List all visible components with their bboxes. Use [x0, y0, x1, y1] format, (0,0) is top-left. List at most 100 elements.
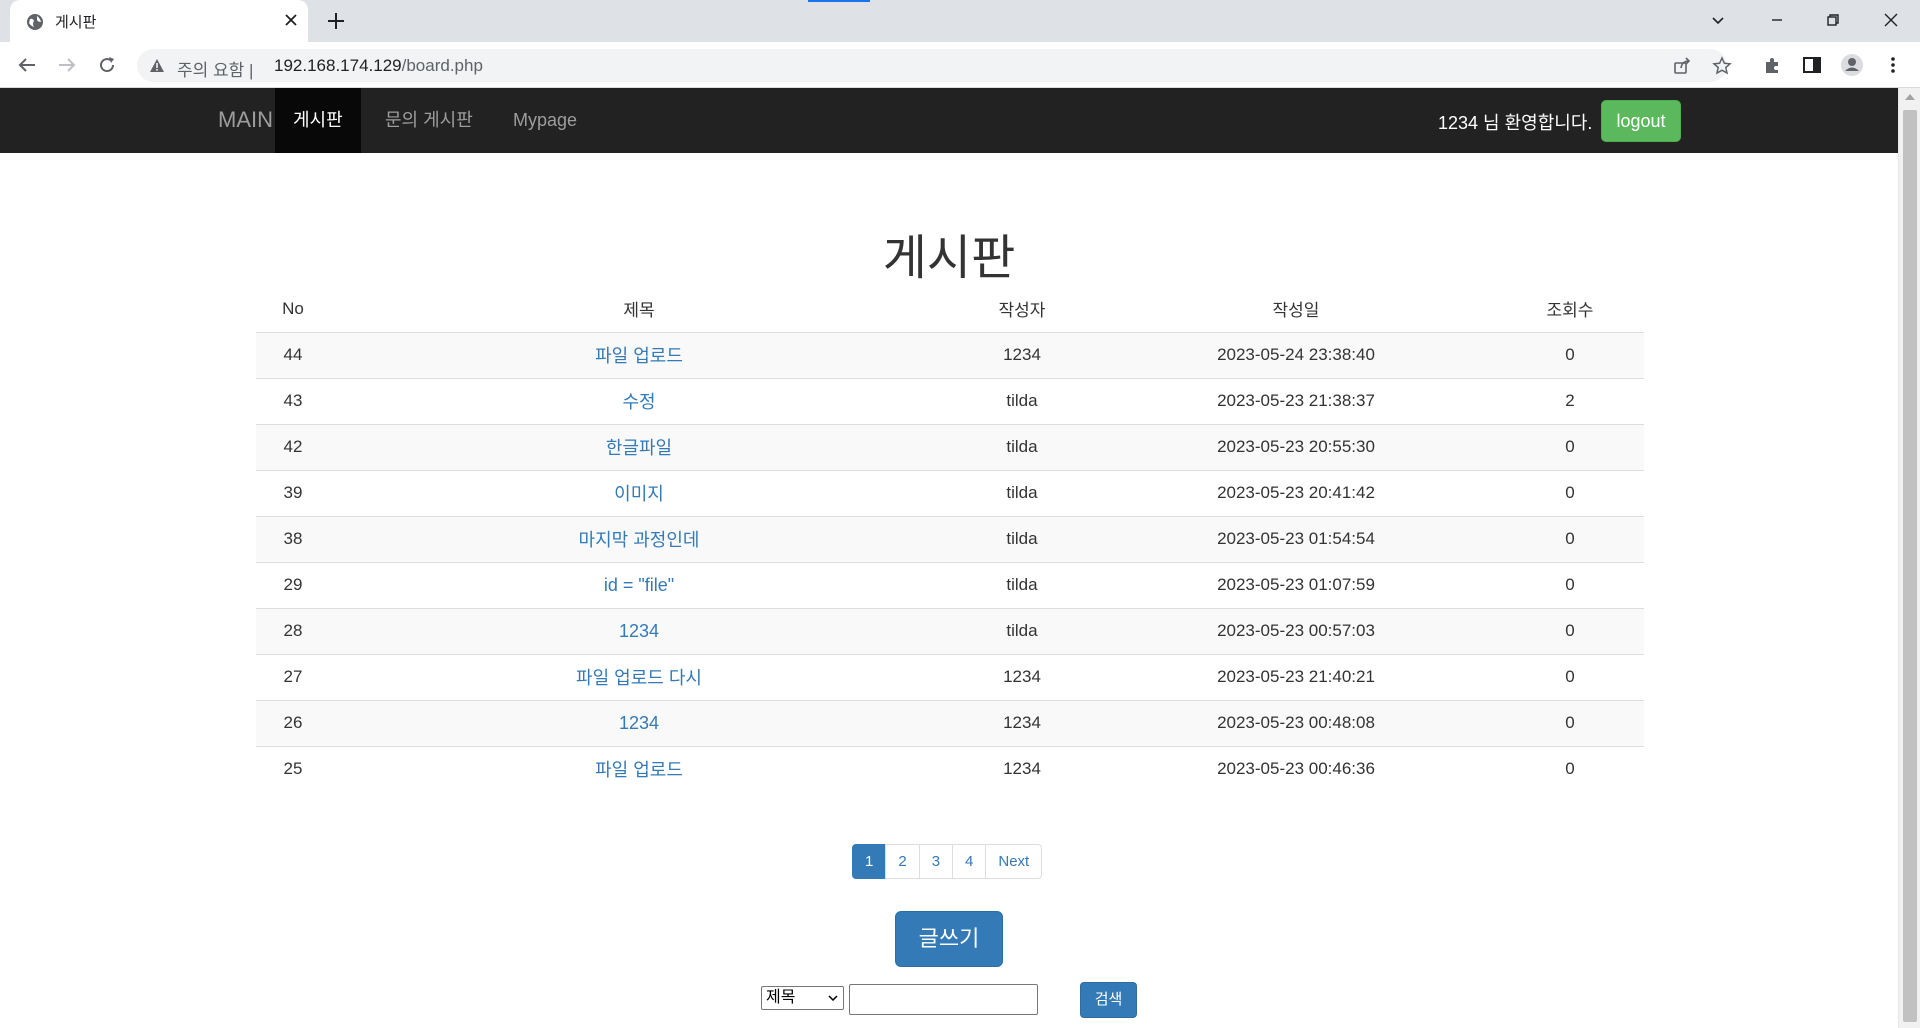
page-scrollbar[interactable]: [1898, 88, 1920, 1028]
nav-item-inquiry-board[interactable]: 문의 게시판: [367, 88, 491, 153]
cell-writer: 1234: [948, 700, 1096, 747]
cell-writer: tilda: [948, 562, 1096, 609]
page-content: MAIN 게시판 문의 게시판 Mypage 1234 님 환영합니다. log…: [0, 88, 1898, 1028]
cell-title: 파일 업로드 다시: [330, 654, 948, 701]
post-title-link[interactable]: 파일 업로드: [595, 346, 683, 366]
security-warning-label[interactable]: 주의 요함 |: [177, 56, 253, 81]
post-title-link[interactable]: 파일 업로드 다시: [576, 668, 702, 688]
cell-views: 0: [1496, 516, 1644, 563]
window-close-icon[interactable]: [1879, 8, 1903, 32]
page-link-4[interactable]: 4: [952, 844, 987, 879]
cell-views: 0: [1496, 608, 1644, 655]
extensions-icon[interactable]: [1761, 53, 1785, 77]
cell-title: 수정: [330, 378, 948, 425]
post-title-link[interactable]: 1234: [619, 713, 659, 733]
cell-no: 42: [256, 424, 330, 471]
browser-tab-bar: 게시판: [0, 0, 1920, 42]
url-host: 192.168.174.129: [274, 56, 402, 75]
nav-item-board[interactable]: 게시판: [275, 88, 361, 153]
cell-writer: tilda: [948, 516, 1096, 563]
new-tab-icon[interactable]: [325, 10, 347, 32]
brand-link[interactable]: MAIN: [218, 107, 273, 133]
cell-date: 2023-05-23 20:41:42: [1096, 470, 1496, 517]
logout-button[interactable]: logout: [1601, 100, 1681, 142]
restore-icon[interactable]: [1821, 8, 1845, 32]
post-title-link[interactable]: 마지막 과정인데: [579, 530, 700, 550]
cell-date: 2023-05-24 23:38:40: [1096, 332, 1496, 379]
page-link-3[interactable]: 3: [918, 844, 954, 879]
cell-no: 29: [256, 562, 330, 609]
cell-views: 0: [1496, 562, 1644, 609]
back-icon[interactable]: [15, 53, 39, 77]
cell-views: 0: [1496, 470, 1644, 517]
cell-views: 0: [1496, 424, 1644, 471]
cell-title: id = "file": [330, 562, 948, 609]
tab-strip-accent: [808, 0, 870, 2]
cell-no: 26: [256, 700, 330, 747]
close-icon[interactable]: [282, 11, 300, 29]
cell-views: 0: [1496, 332, 1644, 379]
column-header-title: 제목: [330, 286, 948, 333]
cell-views: 2: [1496, 378, 1644, 425]
welcome-text: 1234 님 환영합니다.: [1438, 113, 1593, 133]
profile-avatar-icon[interactable]: [1840, 53, 1864, 77]
share-icon[interactable]: [1672, 56, 1692, 76]
tab-search-icon[interactable]: [1706, 8, 1730, 32]
next-page-link[interactable]: Next: [985, 844, 1043, 879]
reload-icon[interactable]: [95, 53, 119, 77]
tab-title: 게시판: [55, 14, 97, 31]
post-title-link[interactable]: 수정: [622, 392, 655, 412]
write-post-button[interactable]: 글쓰기: [895, 911, 1003, 967]
table-row: 27 파일 업로드 다시 1234 2023-05-23 21:40:21 0: [256, 654, 1644, 701]
chevron-down-icon: [828, 995, 838, 1001]
cell-no: 39: [256, 470, 330, 517]
cell-title: 한글파일: [330, 424, 948, 471]
url-text[interactable]: 192.168.174.129/board.php: [274, 56, 483, 76]
site-navbar: MAIN 게시판 문의 게시판 Mypage 1234 님 환영합니다. log…: [0, 88, 1898, 153]
table-row: 43 수정 tilda 2023-05-23 21:38:37 2: [256, 378, 1644, 425]
page-link-2[interactable]: 2: [885, 844, 920, 879]
address-bar[interactable]: 주의 요함 | 192.168.174.129/board.php: [137, 49, 1732, 82]
more-menu-icon[interactable]: [1881, 53, 1905, 77]
post-title-link[interactable]: 1234: [619, 621, 659, 641]
cell-views: 0: [1496, 654, 1644, 701]
minimize-icon[interactable]: [1765, 8, 1789, 32]
cell-views: 0: [1565, 759, 1575, 779]
warning-icon[interactable]: [149, 58, 165, 73]
post-title-link[interactable]: 파일 업로드: [595, 760, 683, 780]
cell-writer: tilda: [948, 378, 1096, 425]
page-title: 게시판: [882, 232, 1016, 285]
cell-writer: tilda: [948, 470, 1096, 517]
scrollbar-thumb[interactable]: [1903, 110, 1917, 1022]
table-row: 26 1234 1234 2023-05-23 00:48:08 0: [256, 700, 1644, 747]
nav-item-mypage[interactable]: Mypage: [495, 88, 595, 153]
search-field-select[interactable]: 제목: [761, 986, 844, 1010]
table-row: 29 id = "file" tilda 2023-05-23 01:07:59…: [256, 562, 1644, 609]
cell-title: 1234: [330, 700, 948, 747]
post-title-link[interactable]: 이미지: [614, 484, 664, 504]
cell-no: 28: [256, 608, 330, 655]
cell-views: 0: [1496, 700, 1644, 747]
search-input[interactable]: [849, 984, 1038, 1015]
cell-no: 43: [256, 378, 330, 425]
cell-date: 2023-05-23 00:57:03: [1096, 608, 1496, 655]
page-link-1[interactable]: 1: [852, 844, 887, 879]
post-title-link[interactable]: 한글파일: [606, 438, 672, 458]
table-row: 44 파일 업로드 1234 2023-05-24 23:38:40 0: [256, 332, 1644, 379]
browser-tab[interactable]: 게시판: [10, 0, 308, 42]
side-panel-icon[interactable]: [1800, 53, 1824, 77]
forward-icon[interactable]: [55, 53, 79, 77]
board-table: No 제목 작성자 작성일 조회수 44 파일 업로드 1234 2023-05…: [256, 286, 1644, 792]
post-title-link[interactable]: id = "file": [604, 575, 674, 595]
search-field-selected: 제목: [766, 989, 796, 1006]
cell-title: 이미지: [330, 470, 948, 517]
cell-date: 2023-05-23 01:54:54: [1096, 516, 1496, 563]
search-button[interactable]: 검색: [1080, 982, 1137, 1018]
cell-title: 파일 업로드: [330, 746, 948, 792]
bookmark-star-icon[interactable]: [1712, 56, 1732, 76]
scroll-up-arrow-icon[interactable]: [1905, 94, 1915, 100]
cell-writer: 1234: [1003, 759, 1041, 779]
column-header-no: No: [256, 286, 330, 333]
cell-writer: tilda: [948, 608, 1096, 655]
cell-writer: tilda: [948, 424, 1096, 471]
